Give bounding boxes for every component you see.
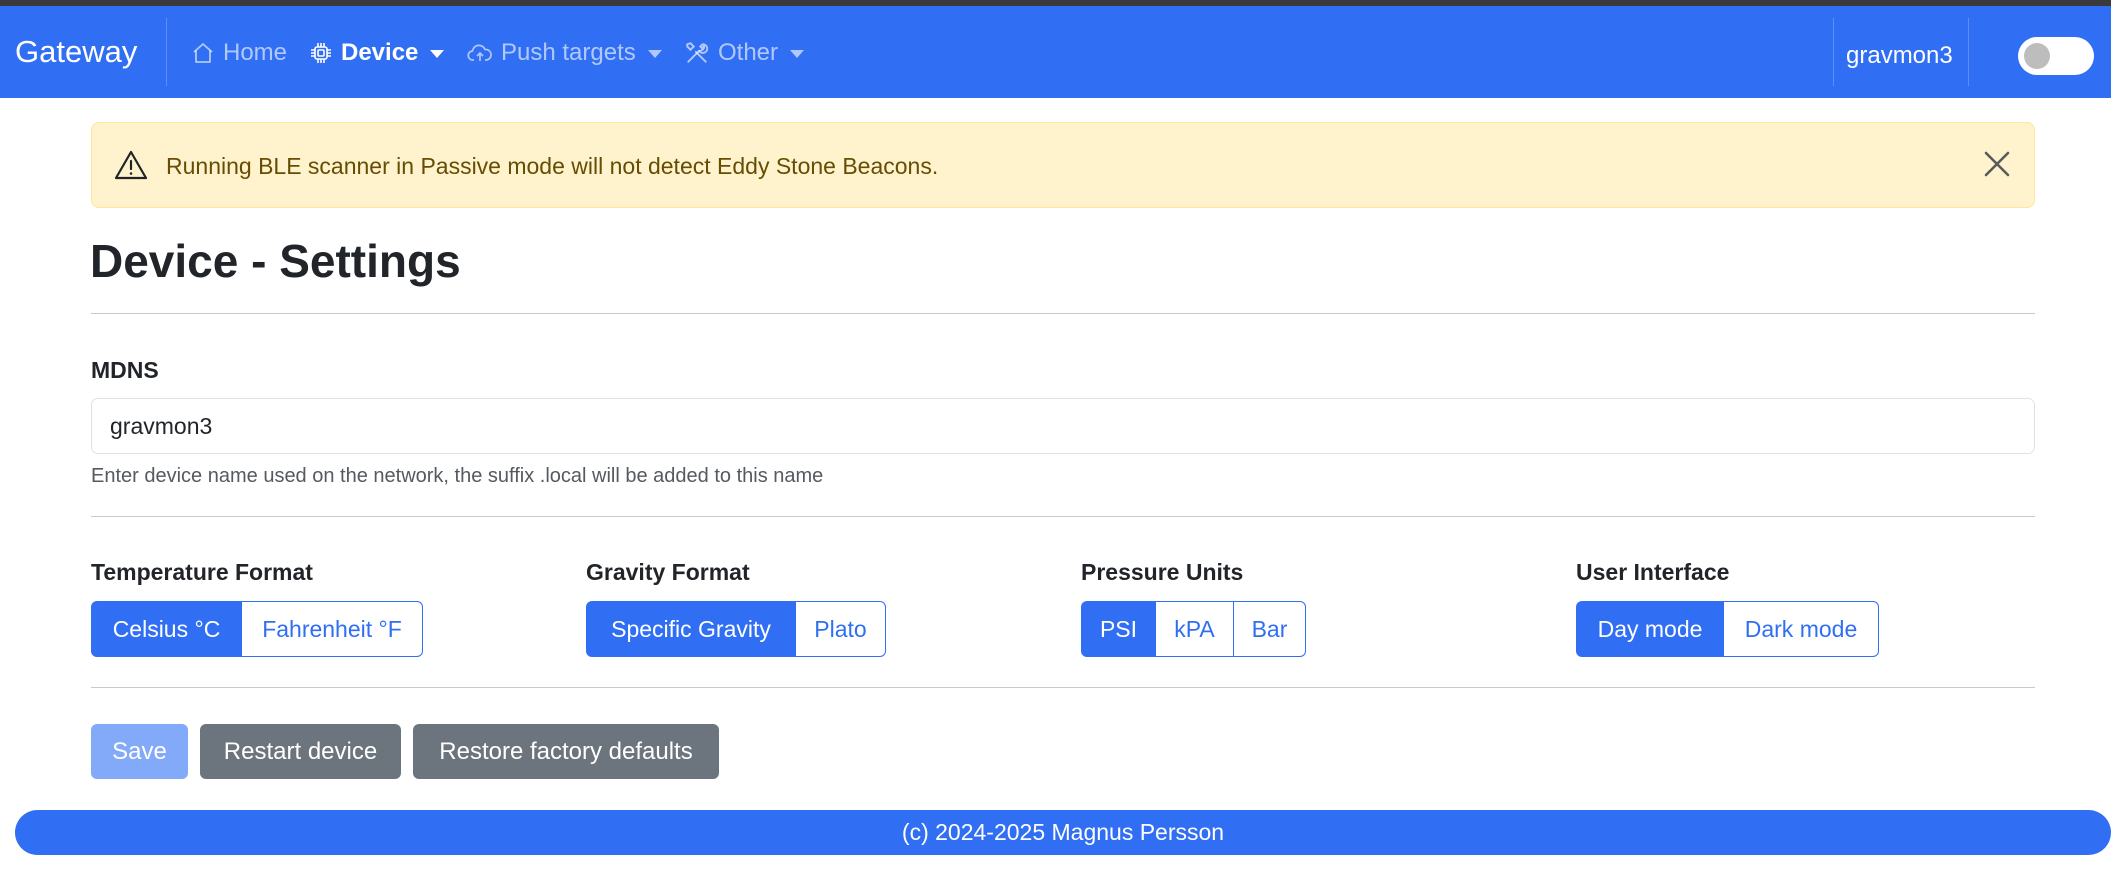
mdns-input[interactable] (91, 398, 2035, 454)
save-button[interactable]: Save (91, 724, 188, 779)
gravity-format-group: Specific Gravity Plato (586, 601, 886, 657)
warning-triangle-icon (114, 150, 148, 180)
nav-item-other[interactable]: Other (684, 36, 805, 70)
chevron-down-icon (790, 50, 805, 58)
gravity-format-label: Gravity Format (586, 559, 750, 585)
tools-icon (686, 42, 709, 63)
nav-item-push-targets[interactable]: Push targets (467, 36, 662, 70)
dark-mode-option[interactable]: Dark mode (1723, 601, 1879, 657)
navbar-brand[interactable]: Gateway (15, 34, 137, 70)
nav-item-label: Home (223, 39, 288, 66)
chevron-down-icon (647, 50, 662, 58)
specific-gravity-option[interactable]: Specific Gravity (586, 601, 796, 657)
theme-toggle-switch[interactable] (2018, 37, 2094, 75)
divider (91, 516, 2035, 517)
navbar-divider (1833, 18, 1834, 86)
nav-item-home[interactable]: Home (191, 36, 287, 70)
navbar: Gateway Home Device Push targets Other g… (0, 6, 2111, 98)
house-icon (193, 43, 213, 63)
restore-factory-defaults-button[interactable]: Restore factory defaults (413, 724, 719, 779)
hostname-label: gravmon3 (1846, 42, 1953, 69)
divider (91, 687, 2035, 688)
mdns-help-text: Enter device name used on the network, t… (91, 465, 824, 487)
close-icon[interactable] (1982, 149, 2012, 179)
cpu-icon (311, 43, 331, 63)
page-title: Device - Settings (90, 235, 461, 287)
chevron-down-icon (430, 50, 445, 58)
user-interface-group: Day mode Dark mode (1576, 601, 1879, 657)
nav-item-label: Push targets (501, 39, 636, 66)
temperature-format-group: Celsius °C Fahrenheit °F (91, 601, 423, 657)
navbar-divider (1968, 18, 1969, 86)
warning-alert: Running BLE scanner in Passive mode will… (91, 122, 2035, 208)
celsius-option[interactable]: Celsius °C (91, 601, 242, 657)
mdns-label: MDNS (91, 357, 159, 383)
footer: (c) 2024-2025 Magnus Persson (15, 810, 2111, 855)
navbar-divider (166, 18, 167, 86)
divider (91, 313, 2035, 314)
fahrenheit-option[interactable]: Fahrenheit °F (241, 601, 423, 657)
kpa-option[interactable]: kPA (1155, 601, 1234, 657)
temperature-format-label: Temperature Format (91, 559, 313, 585)
user-interface-label: User Interface (1576, 559, 1730, 585)
day-mode-option[interactable]: Day mode (1576, 601, 1724, 657)
footer-copyright: (c) 2024-2025 Magnus Persson (901, 819, 1225, 845)
restart-device-button[interactable]: Restart device (200, 724, 401, 779)
toggle-knob (2024, 43, 2050, 69)
bar-option[interactable]: Bar (1233, 601, 1306, 657)
pressure-units-group: PSI kPA Bar (1081, 601, 1306, 657)
plato-option[interactable]: Plato (795, 601, 886, 657)
nav-item-device[interactable]: Device (309, 36, 445, 70)
alert-message: Running BLE scanner in Passive mode will… (166, 153, 939, 179)
nav-item-label: Device (341, 39, 419, 66)
psi-option[interactable]: PSI (1081, 601, 1156, 657)
pressure-units-label: Pressure Units (1081, 559, 1244, 585)
cloud-upload-icon (467, 44, 492, 61)
nav-item-label: Other (718, 39, 779, 66)
